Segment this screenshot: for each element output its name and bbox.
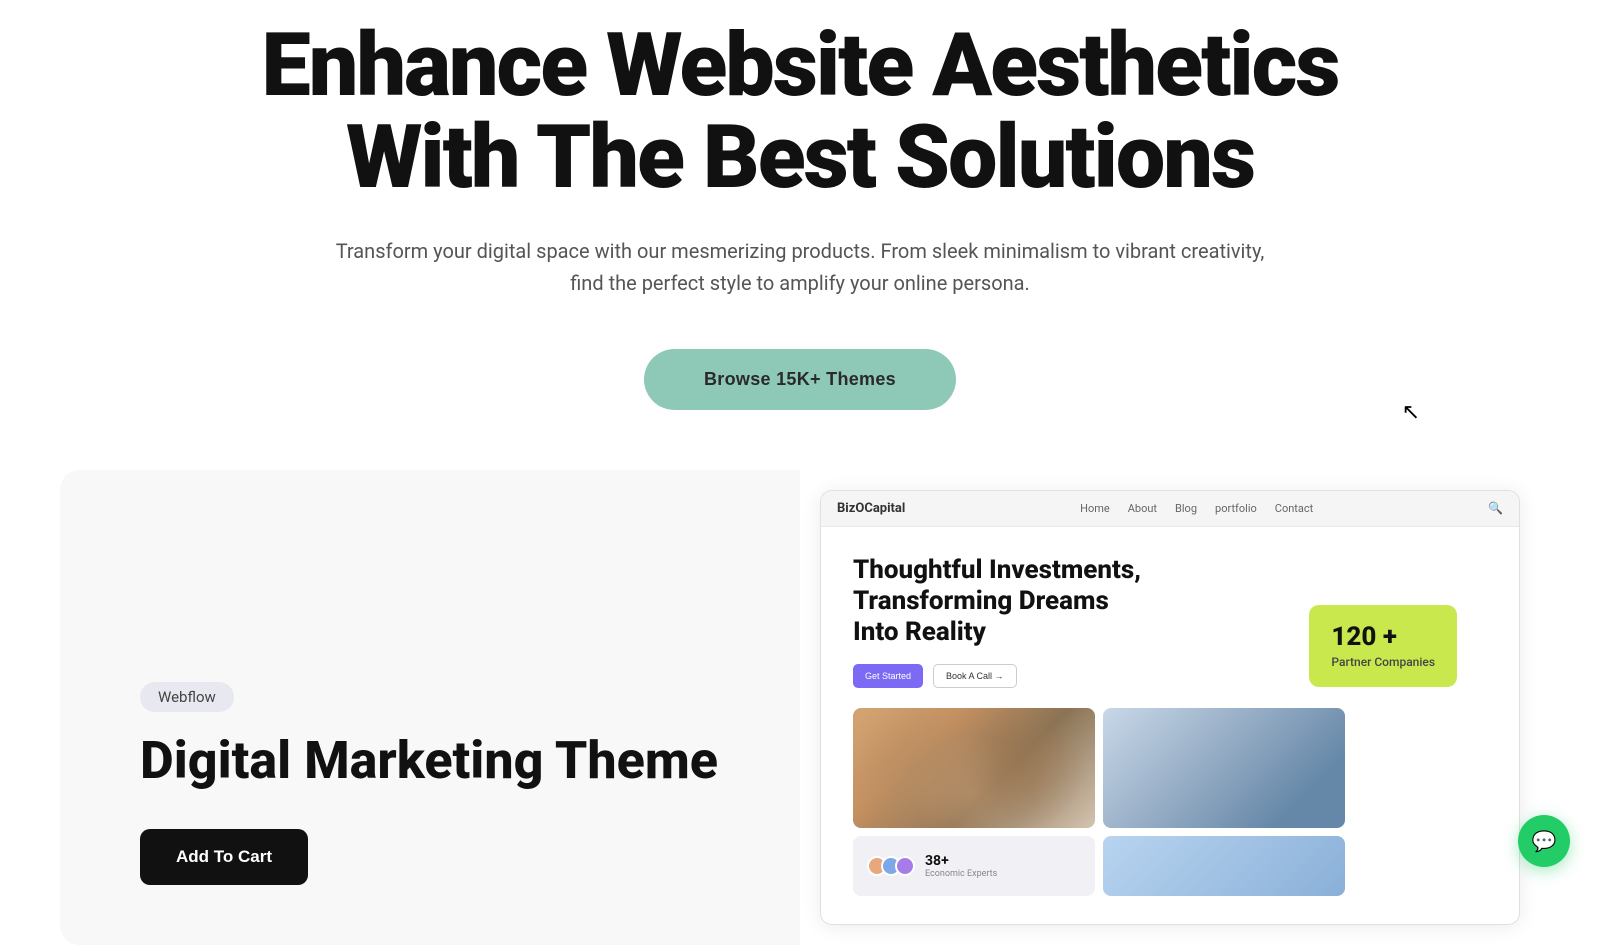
experts-label: Economic Experts <box>925 869 997 879</box>
hero-section: Enhance Website Aesthetics With The Best… <box>0 0 1600 470</box>
mini-avatars <box>867 856 915 876</box>
preview-headline: Thoughtful Investments, Transforming Dre… <box>853 555 1153 649</box>
browser-nav: Home About Blog portfolio Contact <box>1080 502 1313 515</box>
search-icon: 🔍 <box>1488 501 1503 515</box>
nav-portfolio: portfolio <box>1215 502 1257 515</box>
preview-buttons: Get Started Book A Call → <box>853 664 1345 688</box>
preview-get-started-btn[interactable]: Get Started <box>853 664 923 688</box>
nav-contact: Contact <box>1275 502 1313 515</box>
theme-title: Digital Marketing Theme <box>140 732 720 789</box>
hero-title: Enhance Website Aesthetics With The Best… <box>200 20 1400 205</box>
hero-title-line2: With The Best Solutions <box>346 106 1254 209</box>
experts-number: 38+ <box>925 853 997 869</box>
preview-right-col: 120 + Partner Companies <box>1357 555 1487 897</box>
partner-stat-label: Partner Companies <box>1331 655 1435 669</box>
experts-stat-card: 38+ Economic Experts <box>853 836 1095 896</box>
preview-brand: BizOCapital <box>837 501 905 516</box>
nav-blog: Blog <box>1175 502 1197 515</box>
hero-subtitle: Transform your digital space with our me… <box>325 235 1275 299</box>
card-right-panel: BizOCapital Home About Blog portfolio Co… <box>800 470 1540 945</box>
headline-line1: Thoughtful Investments, <box>853 555 1141 585</box>
partner-stat-box: 120 + Partner Companies <box>1309 605 1457 688</box>
browser-bar: BizOCapital Home About Blog portfolio Co… <box>821 491 1519 527</box>
product-card-section: Webflow Digital Marketing Theme Add To C… <box>60 470 1540 945</box>
chat-bubble-button[interactable]: 💬 <box>1518 815 1570 867</box>
preview-inner-layout: Thoughtful Investments, Transforming Dre… <box>853 555 1487 897</box>
preview-meeting-image <box>853 708 1095 828</box>
preview-left-col: Thoughtful Investments, Transforming Dre… <box>853 555 1345 897</box>
avatar-3 <box>895 856 915 876</box>
experts-stat-text: 38+ Economic Experts <box>925 853 997 879</box>
card-left-panel: Webflow Digital Marketing Theme Add To C… <box>60 470 800 945</box>
headline-line2: Transforming Dreams <box>853 586 1109 616</box>
preview-person-image <box>1103 708 1345 828</box>
preview-bottom-image <box>1103 836 1345 896</box>
headline-line3: Into Reality <box>853 617 986 647</box>
preview-book-call-btn[interactable]: Book A Call → <box>933 664 1017 688</box>
preview-content: Thoughtful Investments, Transforming Dre… <box>821 527 1519 925</box>
add-to-cart-button[interactable]: Add To Cart <box>140 829 308 885</box>
browser-preview: BizOCapital Home About Blog portfolio Co… <box>820 490 1520 926</box>
preview-bottom-stats: 38+ Economic Experts <box>853 836 1345 896</box>
nav-home: Home <box>1080 502 1110 515</box>
browse-themes-button[interactable]: Browse 15K+ Themes <box>644 349 956 410</box>
webflow-badge: Webflow <box>140 682 234 712</box>
preview-images <box>853 708 1345 828</box>
partner-stat-number: 120 + <box>1331 623 1435 652</box>
hero-title-line1: Enhance Website Aesthetics <box>262 14 1339 117</box>
nav-about: About <box>1128 502 1157 515</box>
chat-icon: 💬 <box>1532 829 1557 853</box>
